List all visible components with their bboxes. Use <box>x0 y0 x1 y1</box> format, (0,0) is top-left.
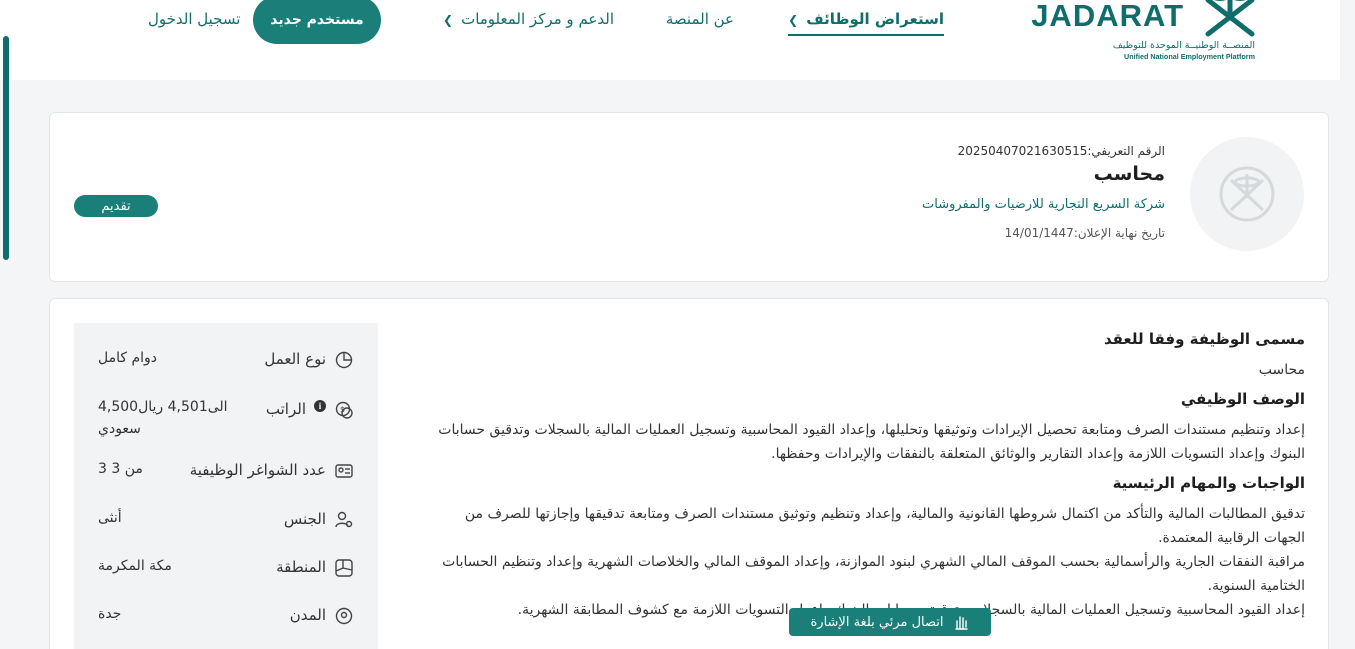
new-user-button[interactable]: مستخدم جديد <box>253 0 381 44</box>
duties-heading: الواجبات والمهام الرئيسية <box>1112 474 1305 492</box>
map-icon <box>335 559 353 577</box>
logo-wordmark: JADARAT <box>1031 0 1184 33</box>
attribute-label: الجنس <box>283 510 326 528</box>
nav-about-label: عن المنصة <box>665 10 734 28</box>
svg-text:$: $ <box>340 405 345 414</box>
attribute-value: 4,500الى4,501 ريال سعودي <box>98 399 228 437</box>
attribute-value: دوام كامل <box>98 350 158 366</box>
attribute-value: مكة المكرمة <box>98 558 172 574</box>
nav-support-label: الدعم و مركز المعلومات <box>461 10 614 28</box>
company-name[interactable]: شركة السريع التجارية للارضيات والمفروشات <box>922 197 1165 212</box>
id-card-icon <box>335 464 353 478</box>
nav-about[interactable]: عن المنصة <box>666 10 734 28</box>
logo-subtitle-arabic: المنصــة الوطنيــة الموحدة للتوظيف <box>1112 40 1255 51</box>
attribute-label: عدد الشواغر الوظيفية <box>189 461 326 479</box>
chevron-down-icon: ❯ <box>788 12 799 27</box>
logo-subtitle-english: Unified National Employment Platform <box>1124 52 1255 61</box>
job-description-section: مسمى الوظيفة وفقا للعقد محاسب الوصف الوظ… <box>425 330 1305 622</box>
attribute-value: جدة <box>98 606 122 622</box>
job-description-text: إعداد وتنظيم مستندات الصرف ومتابعة تحصيل… <box>438 422 1305 462</box>
salary-icon: $ <box>335 401 353 419</box>
attribute-value: 3 من 3 <box>98 461 143 477</box>
attribute-row: عدد الشواغر الوظيفية 3 من 3 <box>74 461 378 501</box>
job-title: محاسب <box>1093 163 1165 185</box>
attribute-value: أنثى <box>98 510 122 526</box>
attribute-label: المدن <box>289 606 326 624</box>
attribute-row: الجنس أنثى <box>74 510 378 550</box>
emblem-placeholder-icon <box>1219 166 1275 222</box>
nav-support[interactable]: الدعم و مركز المعلومات ❯ <box>443 10 614 28</box>
duty-item: تدقيق المطالبات المالية والتأكد من اكتما… <box>464 506 1305 546</box>
pie-chart-icon <box>335 351 353 369</box>
attribute-row: $ الراتب i 4,500الى4,501 ريال سعودي <box>74 399 378 440</box>
chevron-down-icon: ❯ <box>443 12 454 27</box>
gender-icon <box>335 511 353 528</box>
duty-item: مراقبة النفقات الجارية والرأسمالية بحسب … <box>442 554 1305 594</box>
attribute-label: نوع العمل <box>264 350 326 368</box>
attribute-row: المنطقة مكة المكرمة <box>74 558 378 598</box>
sign-language-call-button[interactable]: اتصال مرئي بلغة الإشارة <box>789 608 991 636</box>
attribute-label: الراتب i <box>266 400 326 418</box>
login-link[interactable]: تسجيل الدخول <box>148 10 240 28</box>
ad-end-date: تاريخ نهاية الإعلان:14/01/1447 <box>1004 226 1165 240</box>
job-id: الرقم التعريفي:20250407021630515 <box>957 144 1165 158</box>
salary-label-text: الراتب <box>265 400 306 418</box>
attribute-label: المنطقة <box>276 558 326 576</box>
info-icon[interactable]: i <box>314 400 326 412</box>
location-pin-icon <box>335 607 353 625</box>
job-attributes-panel: نوع العمل دوام كامل $ الراتب i 4,500الى4,… <box>74 323 378 649</box>
contract-title-value: محاسب <box>1258 362 1305 378</box>
jadarat-logo[interactable]: JADARAT المنصــة الوطنيــة الموحدة للتوظ… <box>1031 0 1260 70</box>
job-description-heading: الوصف الوظيفي <box>1180 390 1305 408</box>
contract-title-heading: مسمى الوظيفة وفقا للعقد <box>1103 330 1305 348</box>
sign-language-label: اتصال مرئي بلغة الإشارة <box>810 614 944 630</box>
palm-swords-emblem-icon <box>1205 0 1255 37</box>
scrollbar-thumb[interactable] <box>3 36 9 260</box>
nav-browse-jobs-label: استعراض الوظائف <box>806 10 944 28</box>
company-avatar <box>1190 137 1304 251</box>
top-header: JADARAT المنصــة الوطنيــة الموحدة للتوظ… <box>0 0 1340 80</box>
attribute-row: نوع العمل دوام كامل <box>74 350 378 390</box>
hand-sign-icon <box>954 616 968 630</box>
apply-button[interactable]: تقديم <box>74 195 158 217</box>
nav-browse-jobs[interactable]: استعراض الوظائف ❯ <box>788 10 944 36</box>
attribute-row: المدن جدة <box>74 606 378 646</box>
